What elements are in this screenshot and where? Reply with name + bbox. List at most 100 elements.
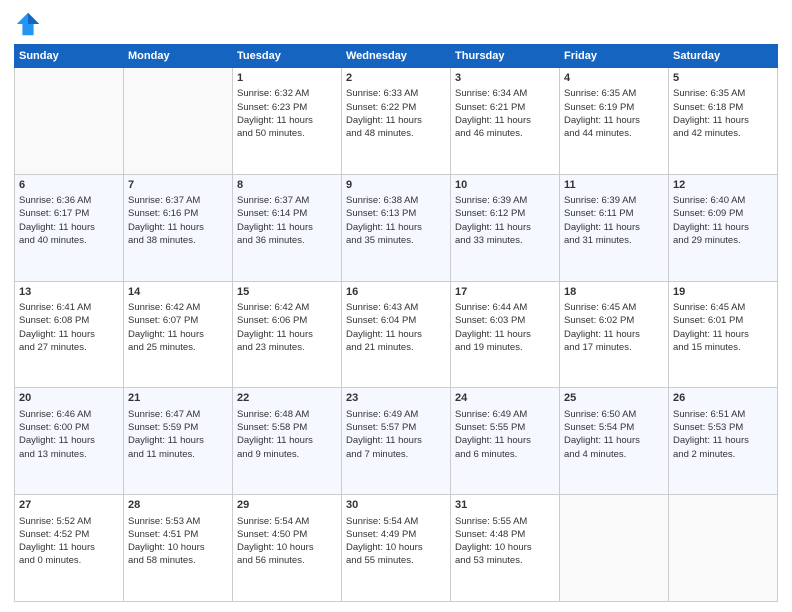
cell-line: Daylight: 11 hours [128, 221, 228, 234]
cell-line: Sunrise: 6:34 AM [455, 87, 555, 100]
cell-line: Sunset: 4:48 PM [455, 528, 555, 541]
cell-line: Daylight: 11 hours [237, 328, 337, 341]
cell-line: Sunrise: 6:32 AM [237, 87, 337, 100]
day-number: 31 [455, 498, 555, 513]
cell-line: Daylight: 11 hours [346, 328, 446, 341]
day-number: 19 [673, 285, 773, 300]
calendar-cell: 28Sunrise: 5:53 AMSunset: 4:51 PMDayligh… [124, 495, 233, 602]
cell-line: Daylight: 11 hours [346, 114, 446, 127]
cell-line: Daylight: 11 hours [455, 328, 555, 341]
day-number: 16 [346, 285, 446, 300]
cell-line: Daylight: 11 hours [237, 434, 337, 447]
cell-line: Sunset: 6:22 PM [346, 101, 446, 114]
cell-line: Sunrise: 6:40 AM [673, 194, 773, 207]
day-number: 28 [128, 498, 228, 513]
cell-line: Daylight: 11 hours [564, 434, 664, 447]
cell-line: Daylight: 11 hours [19, 434, 119, 447]
cell-line: Sunset: 5:53 PM [673, 421, 773, 434]
calendar-cell: 12Sunrise: 6:40 AMSunset: 6:09 PMDayligh… [669, 174, 778, 281]
day-number: 5 [673, 71, 773, 86]
calendar-cell: 27Sunrise: 5:52 AMSunset: 4:52 PMDayligh… [15, 495, 124, 602]
cell-line: and 33 minutes. [455, 234, 555, 247]
calendar-table: SundayMondayTuesdayWednesdayThursdayFrid… [14, 44, 778, 602]
week-row-1: 6Sunrise: 6:36 AMSunset: 6:17 PMDaylight… [15, 174, 778, 281]
cell-line: and 40 minutes. [19, 234, 119, 247]
cell-line: and 23 minutes. [237, 341, 337, 354]
cell-line: Daylight: 11 hours [346, 434, 446, 447]
week-row-0: 1Sunrise: 6:32 AMSunset: 6:23 PMDaylight… [15, 68, 778, 175]
week-row-4: 27Sunrise: 5:52 AMSunset: 4:52 PMDayligh… [15, 495, 778, 602]
cell-line: Daylight: 11 hours [346, 221, 446, 234]
calendar-cell: 9Sunrise: 6:38 AMSunset: 6:13 PMDaylight… [342, 174, 451, 281]
cell-line: Daylight: 11 hours [564, 221, 664, 234]
weekday-header-thursday: Thursday [451, 45, 560, 68]
cell-line: Sunset: 6:07 PM [128, 314, 228, 327]
cell-line: Sunrise: 6:42 AM [237, 301, 337, 314]
day-number: 27 [19, 498, 119, 513]
cell-line: Sunset: 4:49 PM [346, 528, 446, 541]
calendar-cell: 11Sunrise: 6:39 AMSunset: 6:11 PMDayligh… [560, 174, 669, 281]
logo-icon [14, 10, 42, 38]
cell-line: and 42 minutes. [673, 127, 773, 140]
cell-line: Daylight: 11 hours [564, 328, 664, 341]
calendar-cell: 10Sunrise: 6:39 AMSunset: 6:12 PMDayligh… [451, 174, 560, 281]
day-number: 12 [673, 178, 773, 193]
cell-line: and 13 minutes. [19, 448, 119, 461]
cell-line: Sunset: 6:04 PM [346, 314, 446, 327]
weekday-header-sunday: Sunday [15, 45, 124, 68]
calendar-cell: 25Sunrise: 6:50 AMSunset: 5:54 PMDayligh… [560, 388, 669, 495]
cell-line: Sunset: 6:23 PM [237, 101, 337, 114]
cell-line: Sunset: 6:01 PM [673, 314, 773, 327]
cell-line: and 4 minutes. [564, 448, 664, 461]
calendar-cell: 13Sunrise: 6:41 AMSunset: 6:08 PMDayligh… [15, 281, 124, 388]
day-number: 26 [673, 391, 773, 406]
calendar-cell: 6Sunrise: 6:36 AMSunset: 6:17 PMDaylight… [15, 174, 124, 281]
cell-line: Sunset: 6:09 PM [673, 207, 773, 220]
cell-line: Daylight: 11 hours [19, 221, 119, 234]
cell-line: and 2 minutes. [673, 448, 773, 461]
cell-line: Sunset: 5:59 PM [128, 421, 228, 434]
day-number: 8 [237, 178, 337, 193]
cell-line: Daylight: 11 hours [673, 434, 773, 447]
calendar-cell [15, 68, 124, 175]
cell-line: Sunrise: 6:48 AM [237, 408, 337, 421]
cell-line: Sunset: 6:03 PM [455, 314, 555, 327]
cell-line: Sunset: 6:16 PM [128, 207, 228, 220]
cell-line: Sunrise: 6:46 AM [19, 408, 119, 421]
day-number: 25 [564, 391, 664, 406]
cell-line: Sunrise: 5:54 AM [237, 515, 337, 528]
cell-line: and 17 minutes. [564, 341, 664, 354]
cell-line: Sunset: 6:13 PM [346, 207, 446, 220]
weekday-header-row: SundayMondayTuesdayWednesdayThursdayFrid… [15, 45, 778, 68]
day-number: 4 [564, 71, 664, 86]
weekday-header-saturday: Saturday [669, 45, 778, 68]
day-number: 13 [19, 285, 119, 300]
calendar-cell: 1Sunrise: 6:32 AMSunset: 6:23 PMDaylight… [233, 68, 342, 175]
calendar-cell: 24Sunrise: 6:49 AMSunset: 5:55 PMDayligh… [451, 388, 560, 495]
weekday-header-monday: Monday [124, 45, 233, 68]
calendar-cell: 4Sunrise: 6:35 AMSunset: 6:19 PMDaylight… [560, 68, 669, 175]
cell-line: Sunset: 4:50 PM [237, 528, 337, 541]
cell-line: Sunrise: 5:54 AM [346, 515, 446, 528]
calendar-cell: 18Sunrise: 6:45 AMSunset: 6:02 PMDayligh… [560, 281, 669, 388]
day-number: 17 [455, 285, 555, 300]
calendar-cell: 26Sunrise: 6:51 AMSunset: 5:53 PMDayligh… [669, 388, 778, 495]
calendar-cell [124, 68, 233, 175]
calendar-cell: 2Sunrise: 6:33 AMSunset: 6:22 PMDaylight… [342, 68, 451, 175]
page: SundayMondayTuesdayWednesdayThursdayFrid… [0, 0, 792, 612]
cell-line: Daylight: 11 hours [455, 114, 555, 127]
calendar-cell: 21Sunrise: 6:47 AMSunset: 5:59 PMDayligh… [124, 388, 233, 495]
cell-line: Daylight: 10 hours [455, 541, 555, 554]
day-number: 22 [237, 391, 337, 406]
cell-line: Daylight: 10 hours [128, 541, 228, 554]
cell-line: Sunrise: 6:42 AM [128, 301, 228, 314]
day-number: 7 [128, 178, 228, 193]
calendar-cell: 20Sunrise: 6:46 AMSunset: 6:00 PMDayligh… [15, 388, 124, 495]
cell-line: and 35 minutes. [346, 234, 446, 247]
calendar-cell: 7Sunrise: 6:37 AMSunset: 6:16 PMDaylight… [124, 174, 233, 281]
cell-line: Daylight: 11 hours [673, 328, 773, 341]
calendar-cell: 23Sunrise: 6:49 AMSunset: 5:57 PMDayligh… [342, 388, 451, 495]
weekday-header-friday: Friday [560, 45, 669, 68]
day-number: 23 [346, 391, 446, 406]
cell-line: Sunrise: 6:39 AM [564, 194, 664, 207]
